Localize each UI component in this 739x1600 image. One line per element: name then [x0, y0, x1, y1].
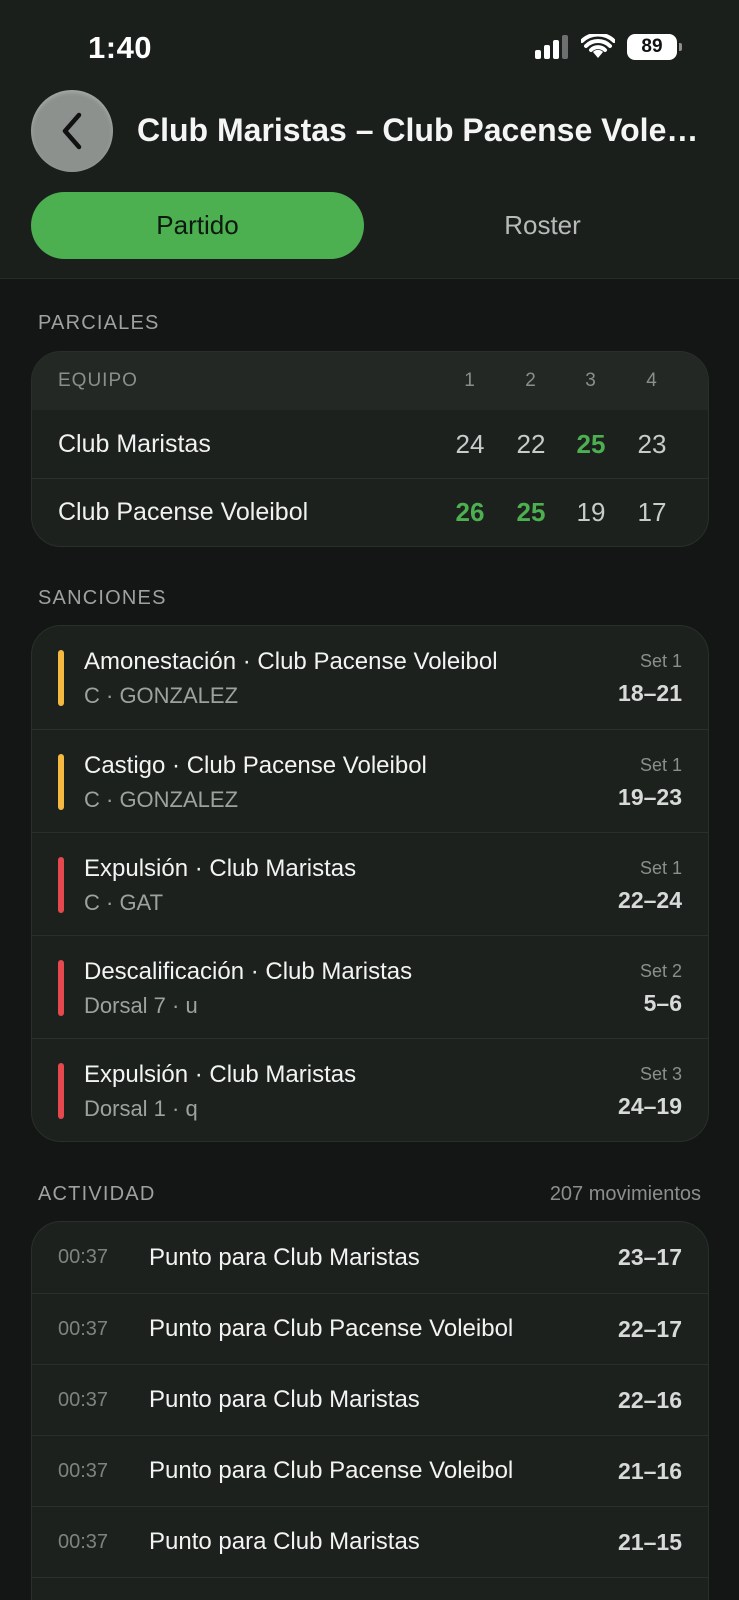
activity-score: 23–17 — [618, 1244, 682, 1270]
sanction-set: Set 1 — [639, 651, 682, 671]
battery-icon: 89 — [627, 34, 682, 60]
chevron-left-icon — [62, 112, 82, 150]
score-row-home: Club Maristas 24 22 25 23 — [32, 410, 708, 478]
sanction-level-bar — [58, 1063, 64, 1119]
tab-partido[interactable]: Partido — [31, 192, 364, 259]
activity-score: 21–16 — [618, 1457, 682, 1484]
parciales-heading: PARCIALES — [38, 312, 160, 334]
activity-item[interactable]: 00:37 Punto para Club Maristas 21–15 — [32, 1506, 708, 1577]
status-icons: 89 — [535, 34, 682, 60]
team-name: Club Maristas — [58, 429, 211, 458]
set-score-win: 25 — [576, 428, 606, 459]
set-score: 23 — [637, 428, 667, 459]
page-title: Club Maristas – Club Pacense Voleibol — [137, 112, 707, 148]
sanction-item[interactable]: Descalificación · Club Maristas Dorsal 7… — [32, 935, 708, 1038]
activity-item[interactable]: 00:37 Punto para Club Maristas 23–17 — [32, 1222, 708, 1293]
sanction-score: 22–24 — [618, 887, 682, 913]
sanction-title: Amonestación · Club Pacense Voleibol — [84, 648, 498, 675]
sanction-level-bar — [58, 960, 64, 1016]
sanction-title: Expulsión · Club Maristas — [84, 855, 357, 882]
sanction-title: Expulsión · Club Maristas — [84, 1061, 357, 1088]
sanction-item[interactable]: Expulsión · Club Maristas C · GAT Set 1 … — [32, 832, 708, 935]
activity-item-partial[interactable] — [32, 1577, 708, 1600]
signal-icon — [535, 35, 568, 59]
status-time: 1:40 — [88, 30, 153, 65]
sanction-level-bar — [58, 754, 64, 810]
sanction-player: C · GAT — [84, 890, 164, 915]
tab-roster-label: Roster — [504, 210, 581, 240]
sanction-set: Set 3 — [639, 1064, 682, 1084]
set-3-header: 3 — [585, 370, 597, 391]
activity-time: 00:37 — [58, 1317, 109, 1340]
actividad-card: 00:37 Punto para Club Maristas 23–17 00:… — [31, 1221, 709, 1600]
set-score: 24 — [455, 428, 485, 459]
set-2-header: 2 — [525, 370, 537, 391]
tab-partido-label: Partido — [156, 210, 239, 240]
team-column-header: EQUIPO — [58, 370, 138, 391]
sanction-item[interactable]: Amonestación · Club Pacense Voleibol C ·… — [32, 626, 708, 729]
sanciones-card: Amonestación · Club Pacense Voleibol C ·… — [31, 625, 709, 1142]
activity-time: 00:37 — [58, 1246, 109, 1268]
activity-score: 22–17 — [618, 1315, 682, 1342]
set-score: 19 — [576, 497, 606, 527]
battery-level: 89 — [641, 36, 663, 57]
set-4-header: 4 — [646, 370, 658, 391]
sanction-score: 18–21 — [618, 680, 682, 706]
sanction-set: Set 1 — [639, 858, 682, 878]
activity-score: 21–15 — [618, 1528, 682, 1555]
score-row-away: Club Pacense Voleibol 26 25 19 17 — [32, 478, 708, 546]
set-score: 17 — [637, 497, 667, 527]
set-score-win: 26 — [455, 497, 485, 527]
sanction-player: C · GONZALEZ — [84, 787, 239, 812]
set-score: 22 — [516, 428, 546, 459]
activity-item[interactable]: 00:37 Punto para Club Pacense Voleibol 2… — [32, 1293, 708, 1364]
sanction-score: 19–23 — [618, 784, 682, 810]
activity-time: 00:37 — [58, 1530, 109, 1553]
activity-item[interactable]: 00:37 Punto para Club Pacense Voleibol 2… — [32, 1435, 708, 1506]
back-button[interactable] — [31, 90, 113, 172]
score-header-row: EQUIPO 1 2 3 4 — [32, 352, 708, 410]
sanciones-heading: SANCIONES — [38, 587, 167, 609]
activity-text: Punto para Club Maristas — [149, 1243, 420, 1271]
sanction-level-bar — [58, 650, 64, 706]
sanction-item[interactable]: Expulsión · Club Maristas Dorsal 1 · q S… — [32, 1038, 708, 1141]
parciales-card: EQUIPO 1 2 3 4 Club Maristas 24 22 25 23… — [31, 351, 709, 547]
wifi-icon — [581, 34, 615, 58]
set-score-win: 25 — [516, 497, 546, 527]
sanction-title: Descalificación · Club Maristas — [84, 958, 413, 985]
top-bar: 1:40 89 Club Maristas – Club Pacense Vol… — [0, 0, 739, 279]
activity-time: 00:37 — [58, 1459, 109, 1482]
sanction-title: Castigo · Club Pacense Voleibol — [84, 752, 427, 779]
activity-text: Punto para Club Maristas — [149, 1386, 420, 1413]
team-name: Club Pacense Voleibol — [58, 498, 309, 526]
sanction-player: C · GONZALEZ — [84, 683, 239, 708]
sanction-player: Dorsal 7 · u — [84, 993, 198, 1018]
activity-score: 22–16 — [618, 1386, 682, 1413]
sanction-set: Set 2 — [639, 961, 682, 981]
activity-text: Punto para Club Maristas — [149, 1528, 420, 1555]
sanction-player: Dorsal 1 · q — [84, 1096, 198, 1121]
sanction-score: 24–19 — [618, 1093, 682, 1119]
sanction-level-bar — [58, 857, 64, 913]
activity-text: Punto para Club Pacense Voleibol — [149, 1457, 514, 1484]
activity-text: Punto para Club Pacense Voleibol — [149, 1315, 514, 1342]
sanction-item[interactable]: Castigo · Club Pacense Voleibol C · GONZ… — [32, 729, 708, 832]
sanction-set: Set 1 — [639, 755, 682, 775]
activity-count: 207 movimientos — [549, 1183, 701, 1205]
actividad-heading: ACTIVIDAD — [38, 1183, 156, 1205]
tab-roster[interactable]: Roster — [376, 192, 709, 259]
activity-time: 00:37 — [58, 1388, 109, 1411]
set-1-header: 1 — [464, 370, 476, 391]
activity-item[interactable]: 00:37 Punto para Club Maristas 22–16 — [32, 1364, 708, 1435]
sanction-score: 5–6 — [643, 990, 682, 1016]
